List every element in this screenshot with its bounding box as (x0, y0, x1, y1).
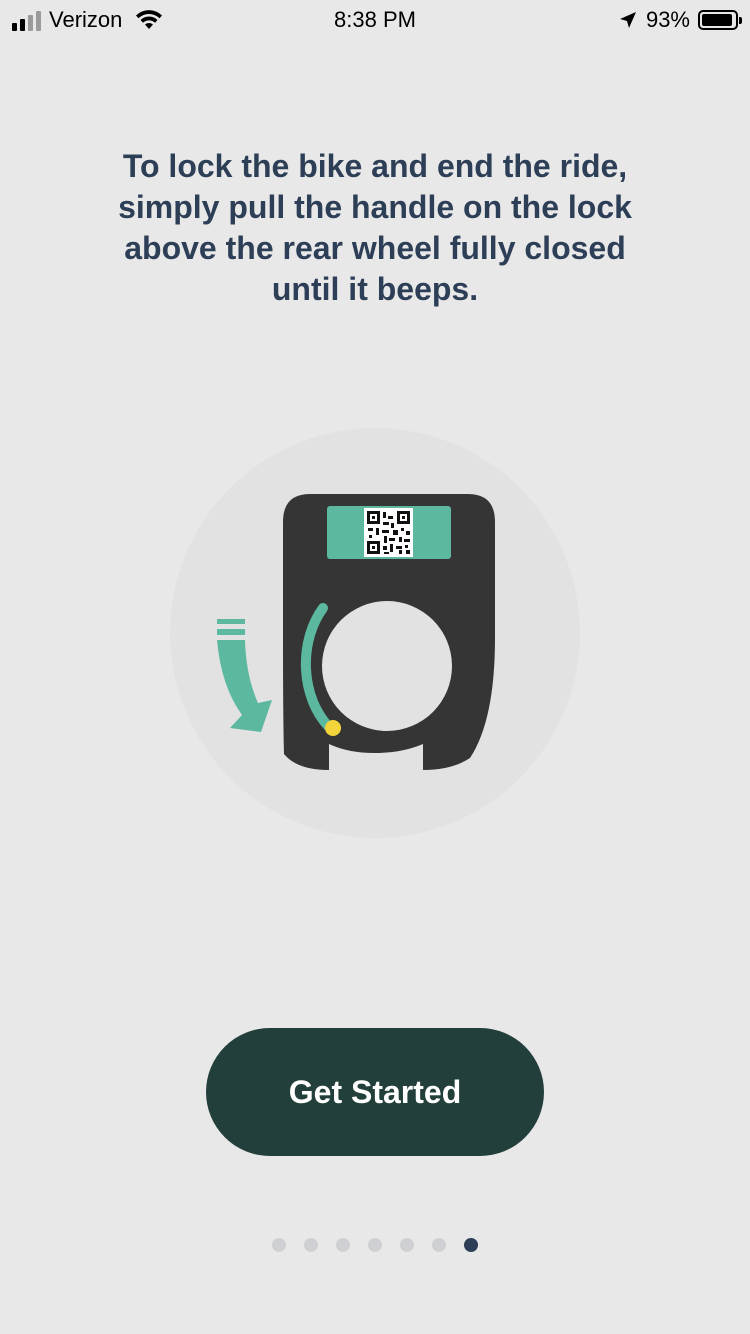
indicator-dot (325, 720, 341, 736)
page-dot-3[interactable] (336, 1238, 350, 1252)
status-bar: Verizon 8:38 PM 93% (0, 0, 750, 40)
page-dot-4[interactable] (368, 1238, 382, 1252)
battery-icon (698, 10, 742, 30)
page-dot-1[interactable] (272, 1238, 286, 1252)
instruction-text: To lock the bike and end the ride, simpl… (118, 148, 632, 307)
page-dot-2[interactable] (304, 1238, 318, 1252)
page-dot-7[interactable] (464, 1238, 478, 1252)
battery-percent: 93% (645, 7, 690, 32)
page-dot-5[interactable] (400, 1238, 414, 1252)
qr-code-icon (364, 508, 413, 557)
page-dot-6[interactable] (432, 1238, 446, 1252)
wheel-opening (322, 601, 452, 731)
bike-lock-svg (170, 428, 580, 838)
battery-fill (702, 14, 732, 26)
location-arrow-icon (619, 12, 636, 28)
bike-lock-illustration (170, 428, 580, 838)
get-started-button[interactable]: Get Started (206, 1028, 544, 1156)
page-indicator[interactable] (0, 1238, 750, 1252)
status-right: 93% (618, 7, 742, 33)
